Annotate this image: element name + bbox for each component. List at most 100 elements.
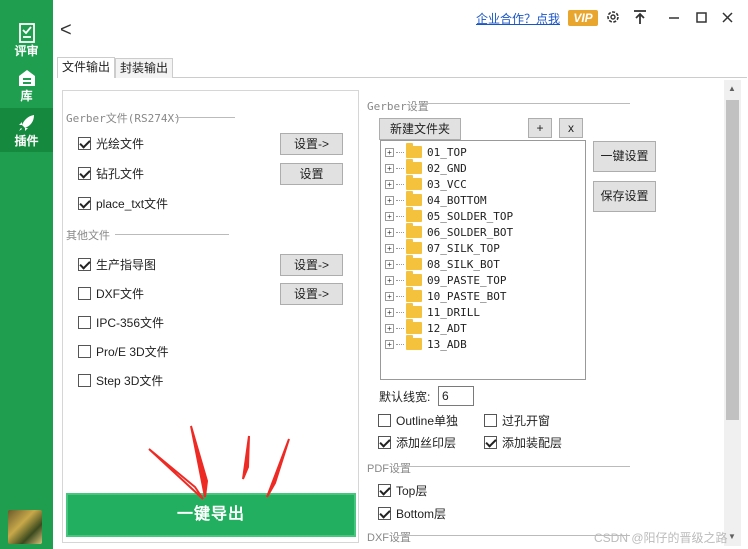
expand-icon[interactable]: +: [385, 227, 394, 237]
tree-item[interactable]: +10_PASTE_BOT: [385, 287, 506, 304]
add-button[interactable]: +: [528, 118, 552, 138]
tree-item-label: 02_GND: [427, 161, 467, 175]
business-cooperation-link[interactable]: 企业合作？点我: [476, 10, 560, 27]
tree-item[interactable]: +12_ADT: [385, 319, 467, 336]
tree-item[interactable]: +03_VCC: [385, 175, 467, 192]
checkbox[interactable]: [484, 435, 497, 449]
checkbox-ipc356-file[interactable]: IPC-356文件: [78, 313, 164, 331]
checkbox-drill-file[interactable]: 钻孔文件: [78, 164, 144, 182]
tree-item[interactable]: +09_PASTE_TOP: [385, 271, 506, 288]
checkbox-production-guide[interactable]: 生产指导图: [78, 255, 156, 273]
save-setting-button[interactable]: 保存设置: [593, 181, 656, 212]
checkbox[interactable]: [78, 136, 91, 150]
expand-icon[interactable]: +: [385, 211, 394, 221]
checkbox-via-open[interactable]: 过孔开窗: [484, 411, 550, 429]
tree-item-label: 11_DRILL: [427, 305, 480, 319]
scroll-thumb[interactable]: [726, 100, 739, 420]
expand-icon[interactable]: +: [385, 291, 394, 301]
checkbox[interactable]: [78, 257, 91, 271]
pin-top-icon[interactable]: [631, 9, 649, 27]
new-folder-button[interactable]: 新建文件夹: [379, 118, 461, 140]
tree-connector: [396, 199, 404, 201]
maximize-icon[interactable]: [692, 9, 710, 27]
checkbox[interactable]: [78, 315, 91, 329]
tree-item[interactable]: +01_TOP: [385, 143, 467, 160]
expand-icon[interactable]: +: [385, 163, 394, 173]
checkbox[interactable]: [78, 166, 91, 180]
checkbox[interactable]: [378, 483, 391, 497]
sidebar-item-library[interactable]: 库: [0, 63, 53, 107]
checkbox[interactable]: [378, 413, 391, 427]
checkbox-outline-separate[interactable]: Outline单独: [378, 411, 458, 429]
tree-item[interactable]: +04_BOTTOM: [385, 191, 487, 208]
checkbox[interactable]: [78, 344, 91, 358]
checkbox-step-3d-file[interactable]: Step 3D文件: [78, 371, 163, 389]
scroll-up-icon[interactable]: ▲: [728, 84, 736, 93]
tree-item[interactable]: +11_DRILL: [385, 303, 480, 320]
tree-item-label: 01_TOP: [427, 145, 467, 159]
tree-item[interactable]: +07_SILK_TOP: [385, 239, 500, 256]
checkbox[interactable]: [378, 506, 391, 520]
avatar[interactable]: [8, 510, 42, 544]
divider: [115, 234, 229, 235]
folder-icon: [406, 207, 422, 222]
checkbox[interactable]: [78, 373, 91, 387]
sidebar-item-label: 库: [20, 89, 33, 103]
drill-settings-button[interactable]: 设置: [280, 163, 343, 185]
expand-icon[interactable]: +: [385, 307, 394, 317]
checkbox[interactable]: [78, 196, 91, 210]
expand-icon[interactable]: +: [385, 179, 394, 189]
checkbox[interactable]: [78, 286, 91, 300]
guide-settings-button[interactable]: 设置->: [280, 254, 343, 276]
expand-icon[interactable]: +: [385, 259, 394, 269]
checkbox-add-assembly[interactable]: 添加装配层: [484, 433, 562, 451]
vertical-scrollbar[interactable]: ▲ ▼: [724, 80, 741, 546]
close-icon[interactable]: [718, 9, 736, 27]
back-button[interactable]: <: [60, 20, 72, 40]
default-linewidth-input[interactable]: 6: [438, 386, 474, 406]
tree-item[interactable]: +06_SOLDER_BOT: [385, 223, 513, 240]
folder-icon: [406, 335, 422, 350]
dxf-settings-button[interactable]: 设置->: [280, 283, 343, 305]
sidebar-item-review[interactable]: 评审: [0, 18, 53, 62]
checkbox-place-txt[interactable]: place_txt文件: [78, 194, 168, 212]
checkbox[interactable]: [484, 413, 497, 427]
checkbox-label: 添加装配层: [502, 435, 563, 450]
tree-connector: [396, 279, 404, 281]
other-group-title: 其他文件: [66, 230, 110, 242]
tree-connector: [396, 247, 404, 249]
expand-icon[interactable]: +: [385, 147, 394, 157]
expand-icon[interactable]: +: [385, 195, 394, 205]
checkbox-pdf-top[interactable]: Top层: [378, 481, 427, 499]
sidebar-item-plugins[interactable]: 插件: [0, 108, 53, 152]
expand-icon[interactable]: +: [385, 323, 394, 333]
checkbox-label: Outline单独: [396, 413, 459, 428]
tree-connector: [396, 295, 404, 297]
expand-icon[interactable]: +: [385, 339, 394, 349]
folder-tree[interactable]: +01_TOP +02_GND +03_VCC +04_BOTTOM +05_SOLDE…: [380, 140, 586, 380]
remove-button[interactable]: x: [559, 118, 583, 138]
checkbox-gerber-photo[interactable]: 光绘文件: [78, 134, 144, 152]
minimize-icon[interactable]: [665, 9, 683, 27]
tree-item[interactable]: +13_ADB: [385, 335, 467, 352]
expand-icon[interactable]: +: [385, 275, 394, 285]
expand-icon[interactable]: +: [385, 243, 394, 253]
checkbox-add-silk[interactable]: 添加丝印层: [378, 433, 456, 451]
checkbox-dxf-file[interactable]: DXF文件: [78, 284, 144, 302]
folder-icon: [406, 191, 422, 206]
one-key-setting-button[interactable]: 一键设置: [593, 141, 656, 172]
checkbox[interactable]: [378, 435, 391, 449]
checkbox-label: 钻孔文件: [96, 166, 145, 181]
tree-item[interactable]: +08_SILK_BOT: [385, 255, 500, 272]
tab-file-output[interactable]: 文件输出: [57, 57, 115, 78]
scroll-down-icon[interactable]: ▼: [728, 532, 736, 541]
folder-icon: [406, 159, 422, 174]
checkbox-pdf-bottom[interactable]: Bottom层: [378, 504, 446, 522]
vip-badge[interactable]: VIP: [568, 10, 598, 26]
settings-gear-icon[interactable]: [604, 9, 622, 27]
checkbox-proe-3d-file[interactable]: Pro/E 3D文件: [78, 342, 169, 360]
photo-settings-button[interactable]: 设置->: [280, 133, 343, 155]
tree-item[interactable]: +02_GND: [385, 159, 467, 176]
tab-package-output[interactable]: 封装输出: [115, 58, 173, 78]
tree-item[interactable]: +05_SOLDER_TOP: [385, 207, 513, 224]
